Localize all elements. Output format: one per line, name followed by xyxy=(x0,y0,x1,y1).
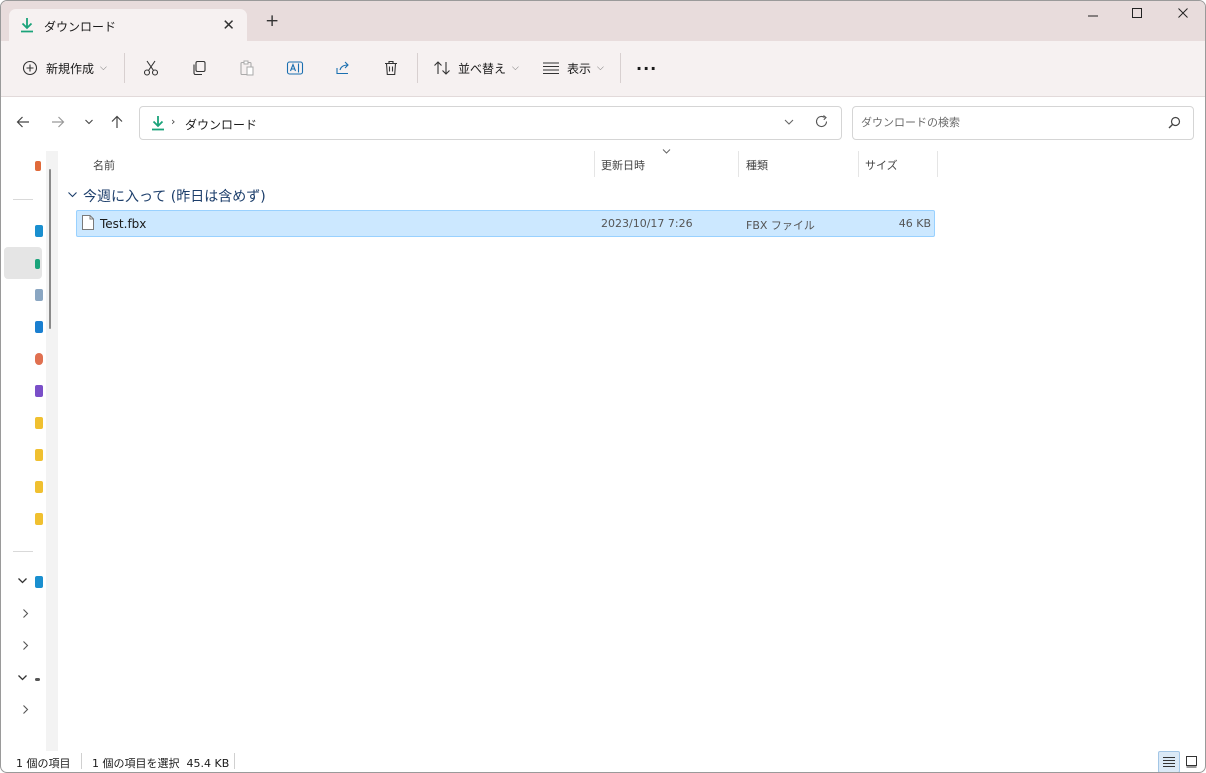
minimize-button[interactable] xyxy=(1081,7,1105,27)
delete-button[interactable] xyxy=(382,55,400,81)
column-divider[interactable] xyxy=(858,151,859,177)
new-button-label: 新規作成 xyxy=(46,61,95,76)
view-button[interactable]: 表示 ⌵ xyxy=(542,55,604,81)
sidebar-item-videos[interactable] xyxy=(35,385,43,397)
refresh-icon[interactable] xyxy=(814,114,829,132)
column-divider[interactable] xyxy=(738,151,739,177)
file-icon xyxy=(82,215,94,233)
share-icon xyxy=(334,59,352,77)
trash-icon xyxy=(382,59,400,77)
plus-circle-icon xyxy=(22,60,38,76)
column-header-date[interactable]: 更新日時 xyxy=(601,157,645,173)
address-bar[interactable]: › ダウンロード xyxy=(139,106,842,140)
column-header-size[interactable]: サイズ xyxy=(865,157,898,173)
sidebar-item-music[interactable] xyxy=(35,353,43,365)
sidebar-item-onedrive[interactable] xyxy=(35,576,43,588)
title-bar: ダウンロード ✕ + xyxy=(1,1,1205,41)
view-button-label: 表示 xyxy=(567,61,592,76)
chevron-down-icon: ⌵ xyxy=(100,63,107,73)
copy-button[interactable] xyxy=(190,55,208,81)
sidebar-item-folder[interactable] xyxy=(35,417,43,429)
close-window-button[interactable] xyxy=(1171,7,1195,27)
chevron-down-icon xyxy=(67,189,78,203)
new-button[interactable]: 新規作成 ⌵ xyxy=(22,55,107,81)
column-header-name[interactable]: 名前 xyxy=(93,157,115,173)
file-name: Test.fbx xyxy=(100,217,147,231)
recent-locations-button[interactable] xyxy=(78,111,100,133)
large-icons-view-button[interactable] xyxy=(1181,751,1201,771)
sort-descending-icon xyxy=(662,148,671,158)
sidebar-divider xyxy=(13,199,33,200)
toolbar-divider xyxy=(417,53,418,83)
column-divider[interactable] xyxy=(937,151,938,177)
file-date: 2023/10/17 7:26 xyxy=(601,217,693,230)
sort-button-label: 並べ替え xyxy=(458,61,507,76)
breadcrumb-separator[interactable]: › xyxy=(171,115,175,128)
sidebar-item-folder[interactable] xyxy=(35,513,43,525)
column-header-type[interactable]: 種類 xyxy=(746,157,768,173)
sidebar-scroll-track[interactable] xyxy=(46,151,58,751)
toolbar-divider xyxy=(124,53,125,83)
sort-arrows-icon xyxy=(433,60,451,76)
status-selection: 1 個の項目を選択 45.4 KB xyxy=(92,757,230,770)
sidebar-item-this-pc[interactable] xyxy=(35,678,40,681)
table-row[interactable]: Test.fbx 2023/10/17 7:26 FBX ファイル 46 KB xyxy=(76,210,935,237)
explorer-window: ダウンロード ✕ + 新規作成 ⌵ 並べ替え ⌵ 表示 ⌵ ··· › ダウンロ… xyxy=(0,0,1206,773)
sidebar-item-desktop[interactable] xyxy=(35,225,43,237)
sort-button[interactable]: 並べ替え ⌵ xyxy=(433,55,519,81)
address-dropdown-icon[interactable] xyxy=(783,116,795,131)
column-divider[interactable] xyxy=(594,151,595,177)
group-header[interactable]: 今週に入って (昨日は含めず) xyxy=(67,186,266,206)
chevron-down-icon[interactable] xyxy=(17,575,28,589)
search-box[interactable] xyxy=(852,106,1194,140)
sidebar-item-folder[interactable] xyxy=(35,449,43,461)
breadcrumb-downloads[interactable]: ダウンロード xyxy=(185,116,257,133)
maximize-button[interactable] xyxy=(1125,7,1149,27)
sidebar-item-documents[interactable] xyxy=(35,289,43,301)
search-icon[interactable] xyxy=(1168,116,1181,132)
search-input[interactable] xyxy=(861,114,1151,130)
chevron-down-icon: ⌵ xyxy=(597,63,604,73)
list-lines-icon xyxy=(542,61,560,75)
up-button[interactable] xyxy=(106,111,128,133)
sidebar-divider xyxy=(13,551,33,552)
status-divider xyxy=(234,753,235,769)
cut-button[interactable] xyxy=(142,55,160,81)
file-type: FBX ファイル xyxy=(746,219,815,232)
paste-button[interactable] xyxy=(238,55,256,81)
status-item-count: 1 個の項目 xyxy=(16,757,71,770)
chevron-down-icon[interactable] xyxy=(17,672,28,686)
download-icon xyxy=(19,17,35,36)
chevron-right-icon[interactable] xyxy=(20,640,31,654)
forward-button[interactable] xyxy=(47,111,69,133)
group-label: 今週に入って (昨日は含めず) xyxy=(83,189,266,205)
tab-title: ダウンロード xyxy=(44,20,117,34)
download-icon xyxy=(150,115,166,134)
back-button[interactable] xyxy=(12,111,34,133)
copy-icon xyxy=(190,59,208,77)
share-button[interactable] xyxy=(334,55,352,81)
rename-icon xyxy=(286,59,304,77)
clipboard-icon xyxy=(238,59,256,77)
more-options-button[interactable]: ··· xyxy=(636,55,657,81)
tab-close-icon[interactable]: ✕ xyxy=(222,16,235,34)
new-tab-button[interactable]: + xyxy=(265,13,279,30)
sidebar-scrollbar[interactable] xyxy=(49,169,51,329)
tab-downloads[interactable]: ダウンロード ✕ xyxy=(9,9,247,41)
chevron-down-icon: ⌵ xyxy=(512,63,519,73)
sidebar-item-pictures[interactable] xyxy=(35,321,43,333)
scissors-icon xyxy=(142,59,160,77)
rename-button[interactable] xyxy=(286,55,304,81)
sidebar-item-folder[interactable] xyxy=(35,481,43,493)
status-divider xyxy=(81,753,82,769)
details-view-button[interactable] xyxy=(1158,751,1180,772)
chevron-right-icon[interactable] xyxy=(20,608,31,622)
command-bar: 新規作成 ⌵ 並べ替え ⌵ 表示 ⌵ ··· xyxy=(1,41,1205,97)
sidebar-item-home[interactable] xyxy=(35,161,41,171)
toolbar-divider xyxy=(620,53,621,83)
chevron-right-icon[interactable] xyxy=(20,704,31,718)
sidebar-item-downloads[interactable] xyxy=(35,259,40,269)
file-size: 46 KB xyxy=(898,217,931,230)
